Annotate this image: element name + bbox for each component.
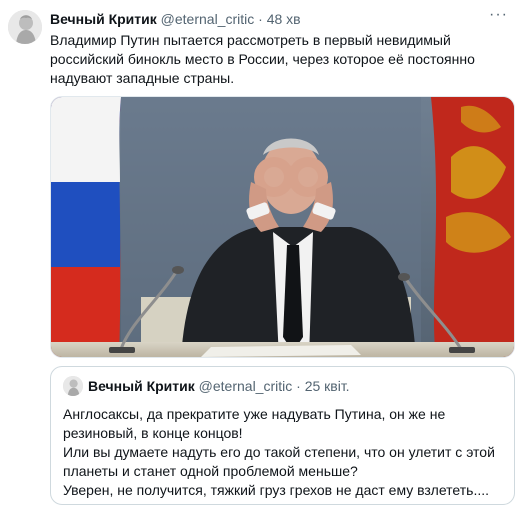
tweet-timestamp[interactable]: 48 хв bbox=[267, 11, 301, 27]
quoted-text-line: резиновый, в конце концов! bbox=[63, 425, 243, 441]
tweet-header: Вечный Критик @eternal_critic · 48 хв bbox=[50, 10, 301, 28]
quoted-text: Англосаксы, да прекратите уже надувать П… bbox=[63, 405, 508, 500]
quoted-text-line: Англосаксы, да прекратите уже надувать П… bbox=[63, 406, 446, 422]
avatar[interactable] bbox=[8, 10, 42, 44]
author-name[interactable]: Вечный Критик bbox=[50, 11, 157, 27]
quoted-text-line: планеты и станет одной проблемой меньше? bbox=[63, 463, 358, 479]
quoted-header: Вечный Критик @eternal_critic · 25 квіт. bbox=[88, 377, 350, 395]
flag-left bbox=[51, 97, 121, 357]
tweet-media-image[interactable] bbox=[50, 96, 515, 358]
author-handle[interactable]: @eternal_critic bbox=[161, 11, 255, 27]
quoted-tweet[interactable]: Вечный Критик @eternal_critic · 25 квіт.… bbox=[50, 366, 515, 505]
separator-dot: · bbox=[296, 378, 301, 394]
quoted-author-handle: @eternal_critic bbox=[198, 378, 293, 394]
quoted-text-line: Уверен, не получится, тяжкий груз грехов… bbox=[63, 482, 490, 498]
quoted-text-line: Или вы думаете надуть его до такой степе… bbox=[63, 444, 495, 460]
quoted-avatar bbox=[63, 376, 83, 396]
flag-right bbox=[431, 97, 514, 357]
photo bbox=[51, 97, 514, 357]
avatar-statue-icon bbox=[63, 376, 83, 396]
more-options-icon[interactable]: ··· bbox=[489, 6, 508, 24]
avatar-statue-icon bbox=[8, 10, 42, 44]
tweet-text: Владимир Путин пытается рассмотреть в пе… bbox=[50, 32, 475, 86]
quoted-author-name: Вечный Критик bbox=[88, 378, 195, 394]
separator-dot: · bbox=[258, 11, 263, 27]
tweet[interactable]: Вечный Критик @eternal_critic · 48 хв ··… bbox=[0, 0, 522, 514]
quoted-timestamp: 25 квіт. bbox=[304, 378, 350, 394]
